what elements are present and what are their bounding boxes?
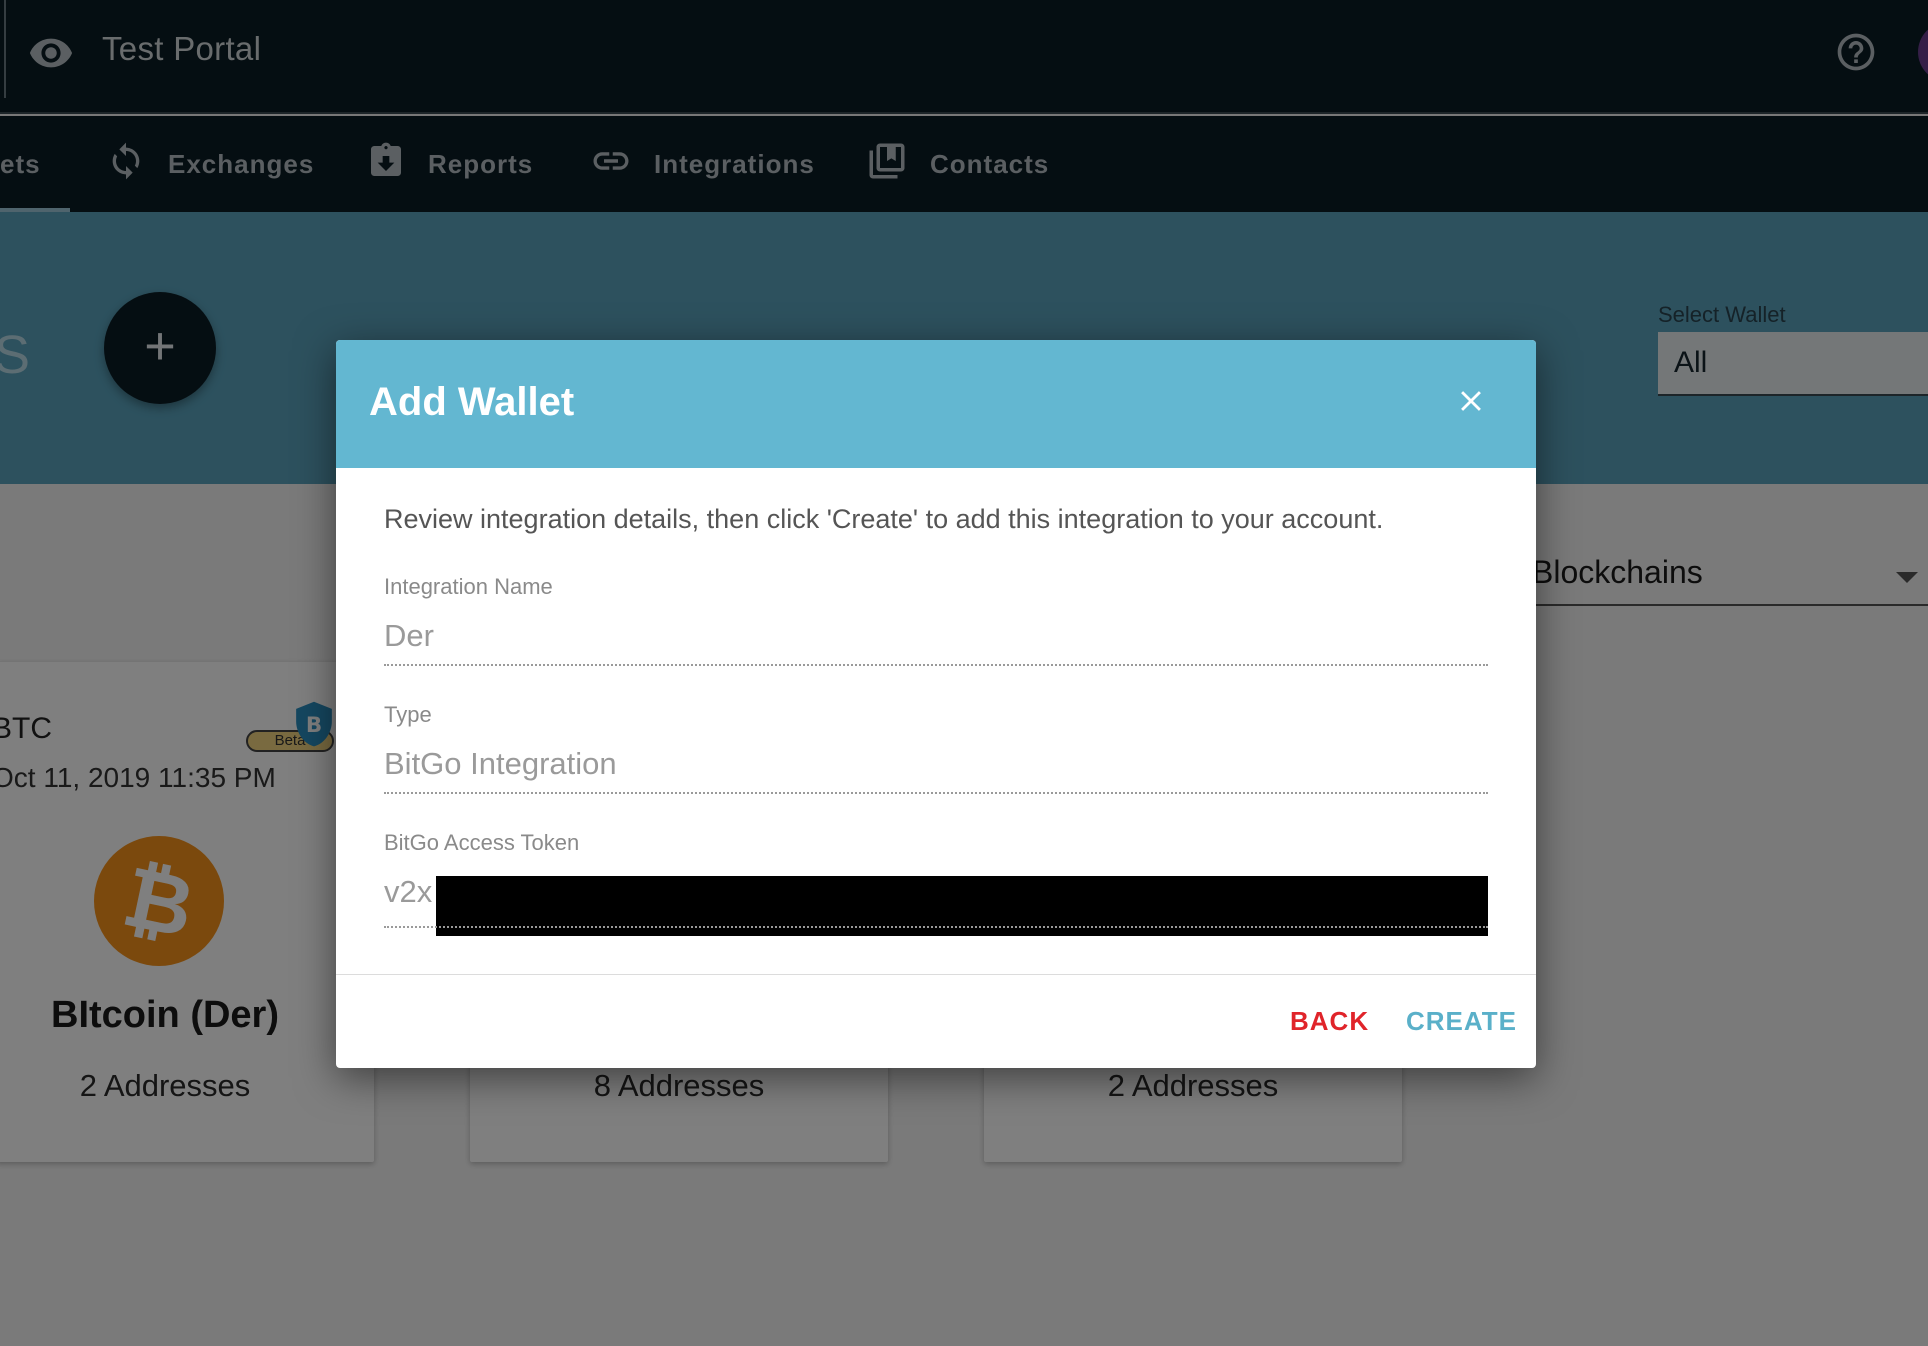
field-label: Integration Name [384, 574, 553, 599]
field-value: Der [384, 618, 434, 653]
field-underline [384, 926, 1488, 928]
field-label: Type [384, 702, 432, 727]
dialog-header: Add Wallet [336, 340, 1536, 468]
field-label: BitGo Access Token [384, 830, 580, 855]
field-underline [384, 792, 1488, 794]
dialog-divider [336, 974, 1536, 975]
dialog-intro: Review integration details, then click '… [384, 504, 1384, 534]
field-underline [384, 664, 1488, 666]
close-icon[interactable] [1454, 384, 1488, 423]
field-value: v2x [384, 874, 433, 909]
add-wallet-dialog: Add Wallet Review integration details, t… [336, 340, 1536, 1068]
back-button[interactable]: BACK [1290, 1006, 1369, 1037]
dialog-title: Add Wallet [369, 380, 575, 424]
field-value: BitGo Integration [384, 746, 617, 781]
create-button[interactable]: CREATE [1406, 1006, 1517, 1037]
